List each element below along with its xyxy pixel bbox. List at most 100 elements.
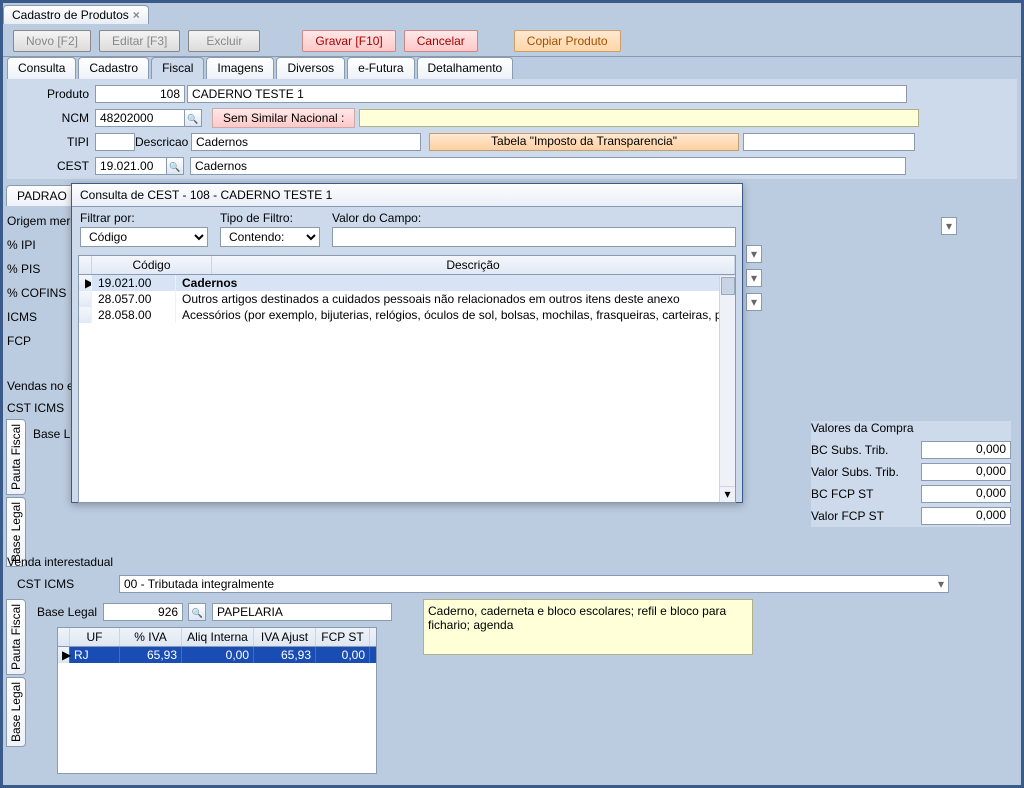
cest-lookup-modal: Consulta de CEST - 108 - CADERNO TESTE 1… [71, 183, 743, 503]
tab-diversos[interactable]: Diversos [276, 57, 345, 79]
base-legal-desc: PAPELARIA [212, 603, 392, 621]
cest-lookup-button[interactable] [166, 157, 184, 175]
ncm-input[interactable]: 48202000 [95, 109, 185, 127]
window-title: Cadastro de Produtos [12, 8, 129, 22]
cell-codigo: 28.058.00 [92, 307, 176, 323]
col-codigo[interactable]: Código [92, 256, 212, 274]
cell-codigo: 19.021.00 [92, 275, 176, 291]
scrollbar[interactable]: ▾ [719, 276, 735, 502]
cell-codigo: 28.057.00 [92, 291, 176, 307]
cst-icms-value: 00 - Tributada integralmente [124, 577, 274, 591]
bc-subs-lbl: BC Subs. Trib. [811, 443, 888, 457]
cancelar-button[interactable]: Cancelar [404, 30, 478, 52]
sem-similar-field[interactable] [359, 109, 919, 127]
memo-field[interactable]: Caderno, caderneta e bloco escolares; re… [423, 599, 753, 655]
tab-efutura[interactable]: e-Futura [347, 57, 414, 79]
col-aliq: Aliq Interna [182, 628, 254, 646]
base-legal-lookup[interactable] [188, 603, 206, 621]
cell-desc: Outros artigos destinados a cuidados pes… [176, 291, 735, 307]
col-uf: UF [70, 628, 120, 646]
produto-label: Produto [7, 87, 95, 101]
tab-detalhamento[interactable]: Detalhamento [417, 57, 514, 79]
dropdown-ipi[interactable] [746, 245, 762, 263]
search-icon [187, 111, 198, 125]
filtrar-por-label: Filtrar por: [80, 211, 208, 225]
vtab-pautafiscal-2[interactable]: Pauta Fiscal [6, 599, 26, 675]
window-tab[interactable]: Cadastro de Produtos × [3, 5, 149, 24]
lbl-csticms: CST ICMS [7, 397, 80, 419]
cell-uf: RJ [70, 647, 120, 663]
tab-consulta[interactable]: Consulta [7, 57, 76, 79]
search-icon [169, 159, 180, 173]
vtab-pautafiscal-1[interactable]: Pauta Fiscal [6, 419, 26, 495]
produto-id: 108 [95, 85, 185, 103]
modal-title: Consulta de CEST - 108 - CADERNO TESTE 1 [72, 184, 742, 207]
venda-interestadual: Venda interestadual CST ICMS 00 - Tribut… [7, 555, 1017, 774]
cest-label: CEST [7, 159, 95, 173]
valores-compra: Valores da Compra BC Subs. Trib.0,000 Va… [811, 421, 1011, 527]
list-item[interactable]: 28.058.00 Acessórios (por exemplo, bijut… [79, 307, 735, 323]
produto-desc: CADERNO TESTE 1 [187, 85, 907, 103]
search-icon [191, 605, 202, 619]
inter-title: Venda interestadual [7, 555, 1017, 569]
descricao-label: Descricao [135, 135, 191, 149]
tabela-transparencia-button[interactable]: Tabela "Imposto da Transparencia" [429, 133, 739, 151]
cell-fcpst: 0,00 [316, 647, 370, 663]
tipo-filtro-select[interactable]: Contendo: [220, 227, 320, 247]
cest-input[interactable]: 19.021.00 [95, 157, 167, 175]
chevron-down-icon [938, 577, 944, 591]
bc-fcp-input[interactable]: 0,000 [921, 485, 1011, 503]
vtab-baselegal-2[interactable]: Base Legal [6, 677, 26, 747]
base-legal-num[interactable]: 926 [103, 603, 183, 621]
cell-desc: Acessórios (por exemplo, bijuterias, rel… [176, 307, 735, 323]
cell-aliq: 0,00 [182, 647, 254, 663]
col-fcpst: FCP ST [316, 628, 370, 646]
subtabs: Consulta Cadastro Fiscal Imagens Diverso… [7, 57, 1017, 79]
novo-button[interactable]: Novo [F2] [13, 30, 91, 52]
scroll-down-icon[interactable]: ▾ [720, 486, 735, 502]
filtrar-por-select[interactable]: Código [80, 227, 208, 247]
tipi-input[interactable] [95, 133, 135, 151]
base-legal-lbl: Base Legal [37, 605, 97, 619]
valor-fcp-input[interactable]: 0,000 [921, 507, 1011, 525]
cest-list: Código Descrição ▶ 19.021.00 Cadernos 28… [78, 255, 736, 503]
cst-icms-select[interactable]: 00 - Tributada integralmente [119, 575, 949, 593]
cell-ivaajust: 65,93 [254, 647, 316, 663]
close-tab-icon[interactable]: × [133, 8, 140, 22]
copiar-button[interactable]: Copiar Produto [514, 30, 621, 52]
list-item[interactable]: ▶ 19.021.00 Cadernos [79, 275, 735, 291]
tab-padrao[interactable]: PADRAO [6, 185, 78, 206]
dropdown-origem[interactable] [941, 217, 957, 235]
col-descricao[interactable]: Descrição [212, 256, 735, 274]
ncm-label: NCM [7, 111, 95, 125]
cst-icms-lbl: CST ICMS [7, 577, 119, 591]
tipi-label: TIPI [7, 135, 95, 149]
uf-grid: UF % IVA Aliq Interna IVA Ajust FCP ST ▶… [57, 627, 377, 774]
valor-fcp-lbl: Valor FCP ST [811, 509, 884, 523]
list-item[interactable]: 28.057.00 Outros artigos destinados a cu… [79, 291, 735, 307]
ncm-lookup-button[interactable] [184, 109, 202, 127]
valor-subs-lbl: Valor Subs. Trib. [811, 465, 899, 479]
gravar-button[interactable]: Gravar [F10] [302, 30, 395, 52]
toolbar: Novo [F2] Editar [F3] Excluir Gravar [F1… [3, 25, 1021, 57]
scroll-thumb[interactable] [721, 277, 735, 295]
excluir-button[interactable]: Excluir [188, 30, 260, 52]
bc-subs-input[interactable]: 0,000 [921, 441, 1011, 459]
dropdown-pis[interactable] [746, 269, 762, 287]
col-iva: % IVA [120, 628, 182, 646]
tab-imagens[interactable]: Imagens [206, 57, 274, 79]
tab-cadastro[interactable]: Cadastro [78, 57, 149, 79]
sem-similar-button[interactable]: Sem Similar Nacional : [212, 108, 355, 128]
valor-campo-input[interactable] [332, 227, 736, 247]
dropdown-cofins[interactable] [746, 293, 762, 311]
cell-desc: Cadernos [176, 275, 735, 291]
tab-fiscal[interactable]: Fiscal [151, 57, 204, 79]
tipi-desc: Cadernos [191, 133, 421, 151]
tabela-result-field [743, 133, 915, 151]
valor-subs-input[interactable]: 0,000 [921, 463, 1011, 481]
col-ivaajust: IVA Ajust [254, 628, 316, 646]
table-row[interactable]: ▶ RJ 65,93 0,00 65,93 0,00 [58, 647, 376, 663]
tipo-filtro-label: Tipo de Filtro: [220, 211, 320, 225]
cell-iva: 65,93 [120, 647, 182, 663]
editar-button[interactable]: Editar [F3] [99, 30, 180, 52]
